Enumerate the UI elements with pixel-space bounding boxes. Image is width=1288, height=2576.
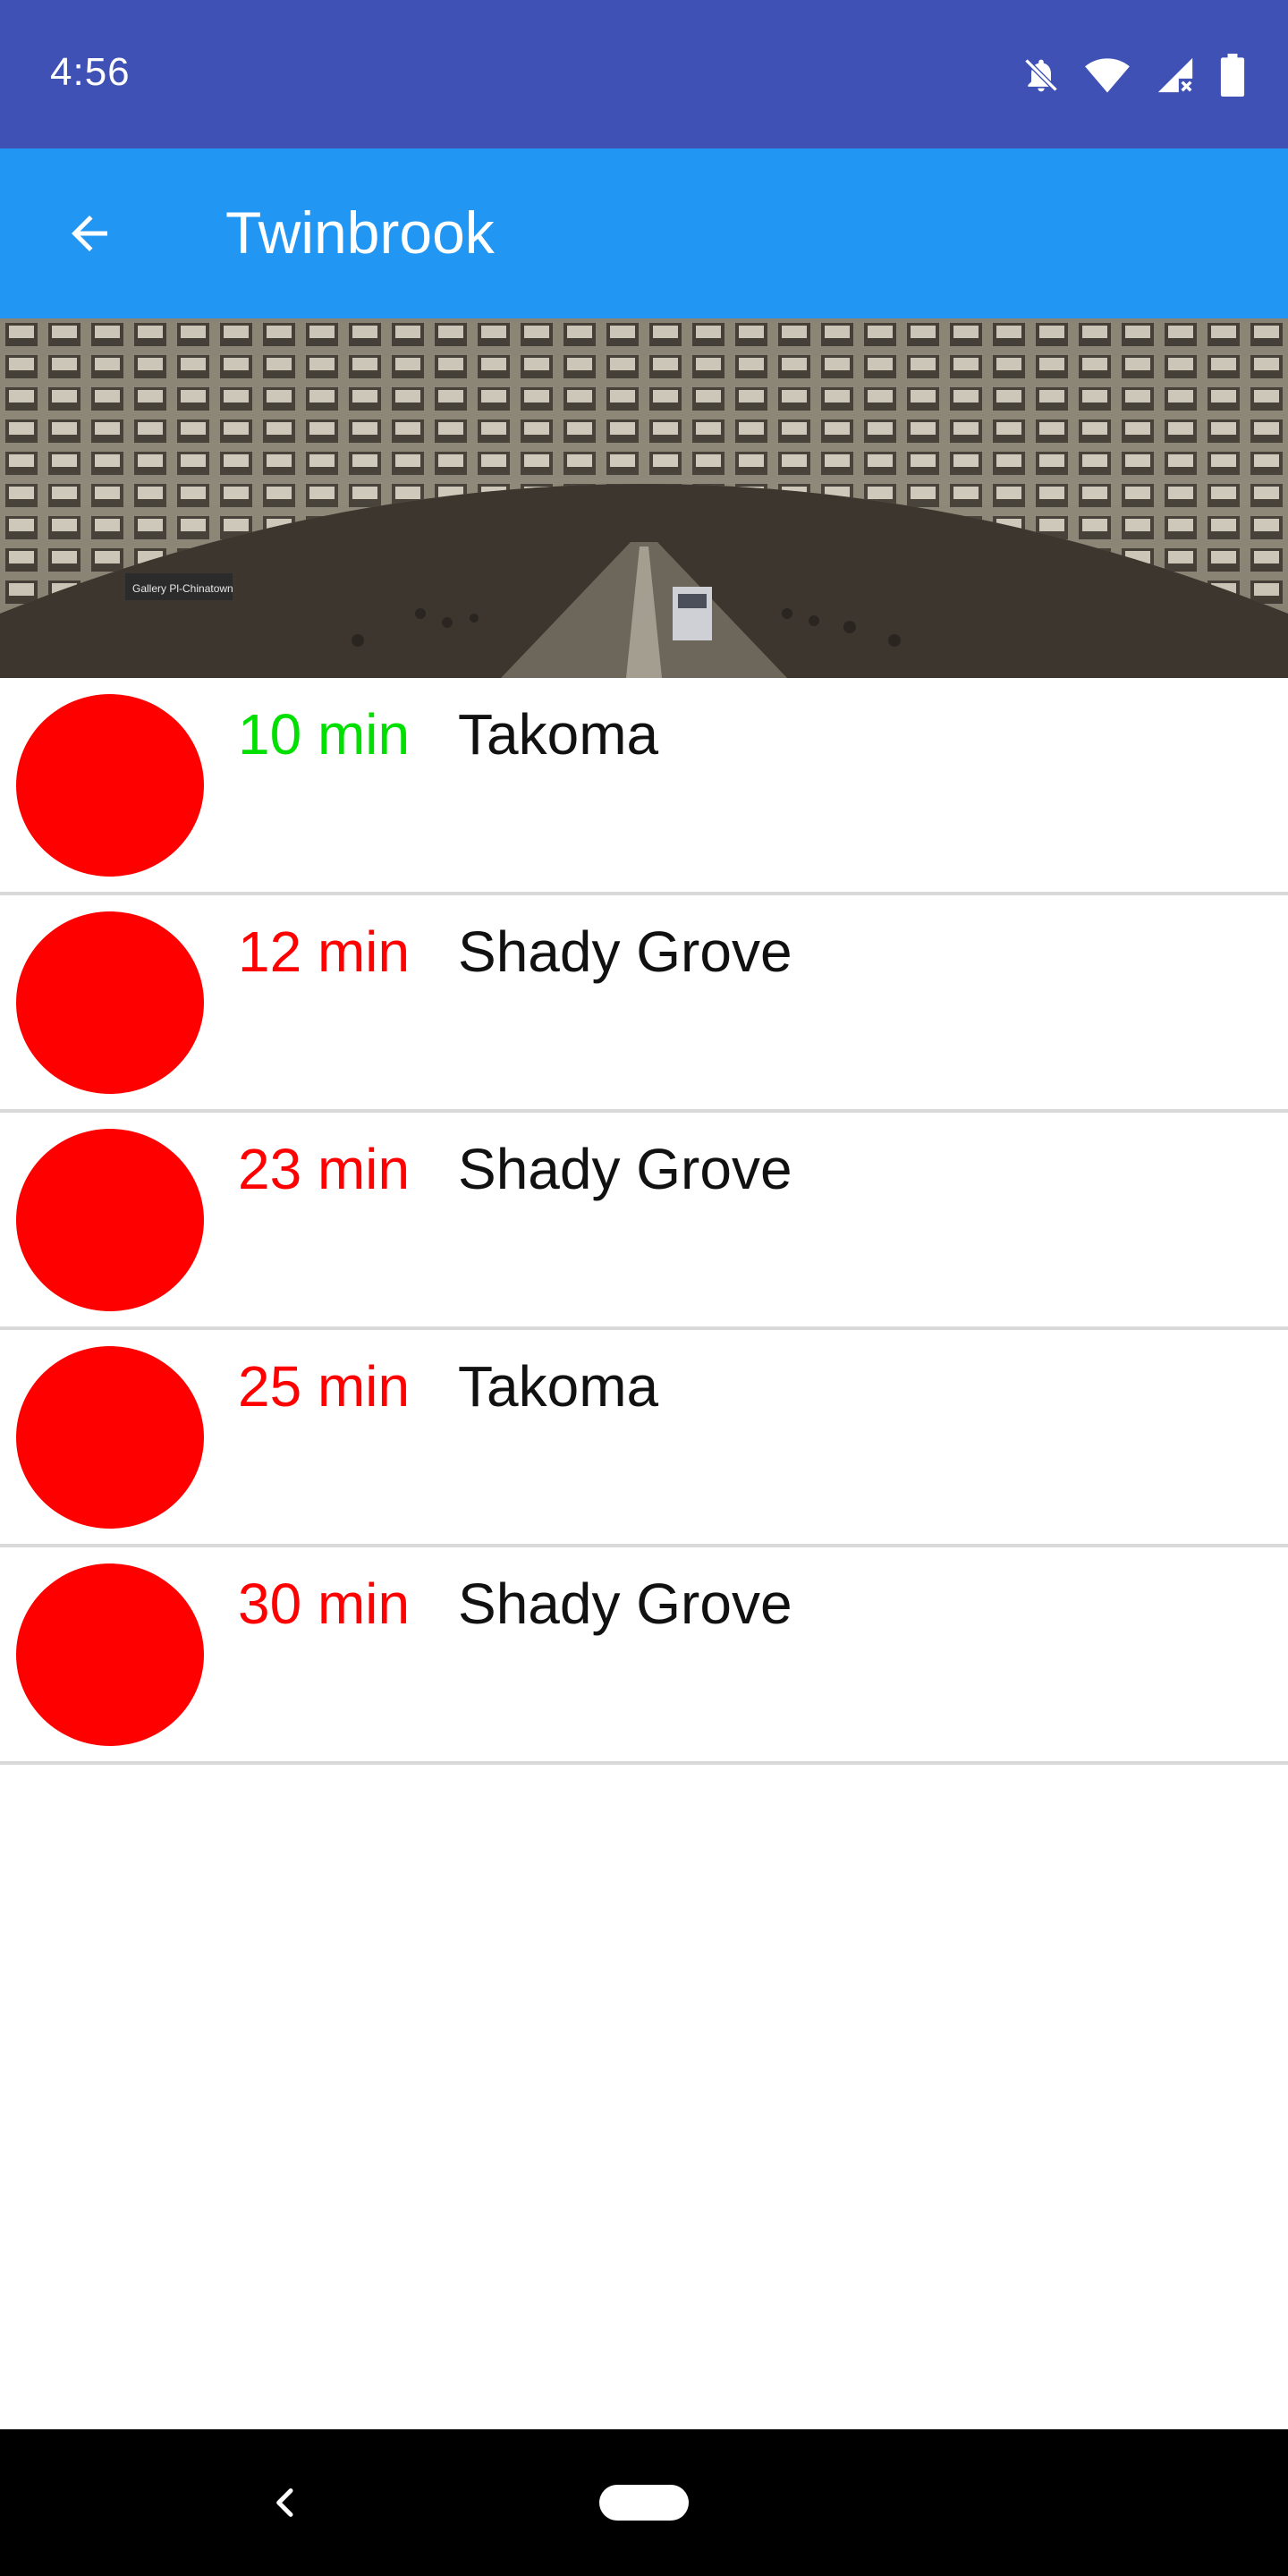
- arrow-back-icon: [72, 216, 107, 251]
- arrival-destination: Takoma: [458, 1354, 659, 1419]
- line-color-indicator: [16, 694, 204, 877]
- arrival-eta: 25 min: [238, 1354, 411, 1419]
- list-item[interactable]: 30 min Shady Grove: [0, 1547, 1288, 1765]
- list-item[interactable]: 23 min Shady Grove: [0, 1113, 1288, 1330]
- arrival-eta: 10 min: [238, 702, 411, 767]
- arrival-destination: Shady Grove: [458, 1572, 792, 1636]
- list-item[interactable]: 12 min Shady Grove: [0, 895, 1288, 1113]
- metro-station-photo: Gallery Pl-Chinatown: [0, 318, 1288, 678]
- line-color-indicator: [16, 1129, 204, 1311]
- line-color-indicator: [16, 1346, 204, 1529]
- chevron-left-icon: [276, 2488, 293, 2517]
- arrivals-list: 10 min Takoma 12 min Shady Grove 23 min …: [0, 678, 1288, 1765]
- signal-icon: [1157, 57, 1195, 95]
- arrival-destination: Shady Grove: [458, 919, 792, 984]
- arrival-destination: Takoma: [458, 702, 659, 767]
- hero-image: Gallery Pl-Chinatown: [0, 318, 1288, 678]
- bell-off-icon: [1024, 58, 1058, 92]
- arrival-eta: 23 min: [238, 1137, 411, 1201]
- line-color-indicator: [16, 1563, 204, 1746]
- line-color-indicator: [16, 911, 204, 1094]
- status-time: 4:56: [50, 50, 131, 94]
- wifi-icon: [1085, 58, 1130, 93]
- nav-back-button[interactable]: [259, 2476, 313, 2529]
- home-pill-icon[interactable]: [599, 2485, 689, 2521]
- battery-icon: [1220, 54, 1245, 97]
- arrival-eta: 30 min: [238, 1572, 411, 1636]
- page-title: Twinbrook: [225, 199, 495, 266]
- list-item[interactable]: 10 min Takoma: [0, 678, 1288, 895]
- app-bar: Twinbrook: [0, 148, 1288, 318]
- status-icons: [1021, 52, 1245, 98]
- list-item[interactable]: 25 min Takoma: [0, 1330, 1288, 1547]
- system-nav-bar: [0, 2429, 1288, 2576]
- arrival-eta: 12 min: [238, 919, 411, 984]
- status-bar: 4:56: [0, 0, 1288, 148]
- station-sign: Gallery Pl-Chinatown: [132, 582, 233, 595]
- arrival-destination: Shady Grove: [458, 1137, 792, 1201]
- back-button[interactable]: [45, 189, 134, 278]
